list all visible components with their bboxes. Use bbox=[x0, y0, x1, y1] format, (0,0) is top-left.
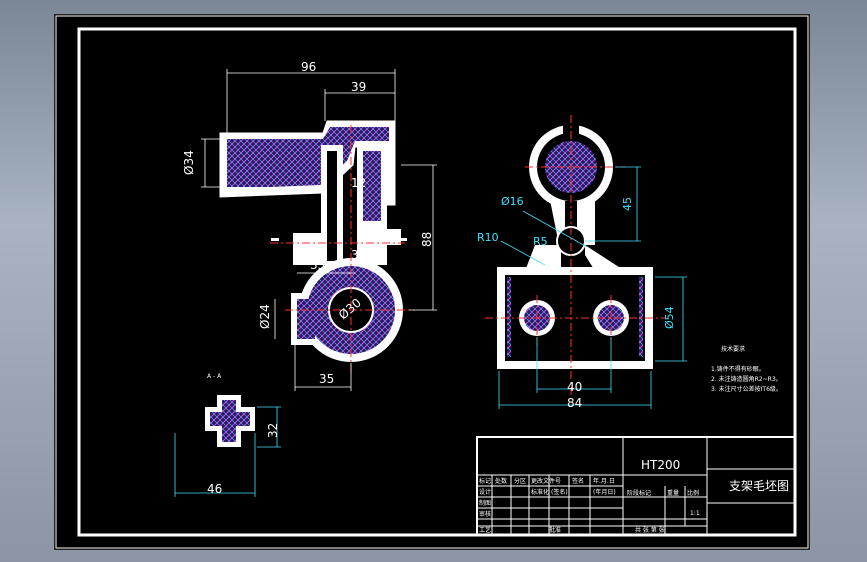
dim-d24: Ø24 bbox=[258, 304, 272, 329]
dim-32: 32 bbox=[351, 248, 366, 262]
dim-d54: Ø54 bbox=[663, 306, 676, 329]
dim-r5: R5 bbox=[533, 235, 548, 248]
dim-r10: R10 bbox=[477, 231, 499, 244]
header-2: 分区 bbox=[514, 477, 526, 485]
outer-frame bbox=[55, 15, 809, 549]
dim-12: 12 bbox=[351, 176, 366, 190]
section-a-a: A - A bbox=[205, 373, 255, 447]
dim-d16: Ø16 bbox=[501, 195, 524, 208]
row-label-1: 标记 bbox=[479, 477, 491, 485]
dim-96: 96 bbox=[301, 60, 316, 74]
sign-1: (签名) bbox=[551, 488, 568, 496]
note-2: 2. 未注铸造圆角R2~R3。 bbox=[711, 375, 782, 383]
weight-label: 重量 bbox=[667, 489, 679, 497]
header-4: 签名 bbox=[572, 477, 584, 485]
dim-section-46: 46 bbox=[207, 482, 222, 496]
row-label-5: 工艺 bbox=[479, 526, 491, 534]
drawing-name: 支架毛坯图 bbox=[729, 479, 789, 493]
dim-d34: Ø34 bbox=[182, 150, 196, 175]
technical-notes: 技术要求 1.铸件不得有砂眼。 2. 未注铸造圆角R2~R3。 3. 未注尺寸公… bbox=[711, 345, 782, 393]
notes-title: 技术要求 bbox=[721, 345, 745, 353]
section-label: A - A bbox=[207, 373, 222, 380]
side-view bbox=[485, 115, 665, 395]
dim-84: 84 bbox=[567, 396, 582, 410]
dim-45: 45 bbox=[621, 197, 634, 211]
header-3: 更改文件号 bbox=[531, 477, 561, 485]
header-1: 处数 bbox=[495, 477, 507, 485]
dim-33: 33 bbox=[310, 258, 325, 272]
header-5: 年.月.日 bbox=[593, 477, 615, 485]
dim-88: 88 bbox=[420, 232, 434, 247]
row-label-4: 审核 bbox=[479, 510, 491, 518]
sign-3: 标准化 bbox=[531, 488, 549, 496]
dim-40: 40 bbox=[567, 380, 582, 394]
approve-label: 批准 bbox=[549, 526, 561, 534]
stage-label: 阶段标记 bbox=[627, 489, 651, 497]
scale-value: 1:1 bbox=[690, 510, 700, 517]
sheets-label: 共 张 第 张 bbox=[635, 526, 665, 534]
note-3: 3. 未注尺寸公差按IT6级。 bbox=[711, 385, 782, 393]
note-1: 1.铸件不得有砂眼。 bbox=[711, 365, 765, 373]
row-label-3: 制图 bbox=[479, 499, 491, 507]
drawing-canvas: 96 39 Ø34 12 88 32 33 Ø24 Ø30 35 Ø16 R10… bbox=[55, 15, 809, 549]
row-label-2: 设计 bbox=[479, 488, 491, 496]
dim-section-32: 32 bbox=[266, 423, 280, 438]
inner-frame bbox=[77, 27, 797, 537]
material-label: HT200 bbox=[641, 458, 680, 472]
scale-label: 比例 bbox=[687, 489, 699, 497]
drawing-sheet: 96 39 Ø34 12 88 32 33 Ø24 Ø30 35 Ø16 R10… bbox=[54, 14, 810, 550]
dim-39: 39 bbox=[351, 80, 366, 94]
front-view bbox=[219, 120, 415, 375]
dim-35: 35 bbox=[319, 372, 334, 386]
sign-2: (年月日) bbox=[593, 488, 616, 496]
